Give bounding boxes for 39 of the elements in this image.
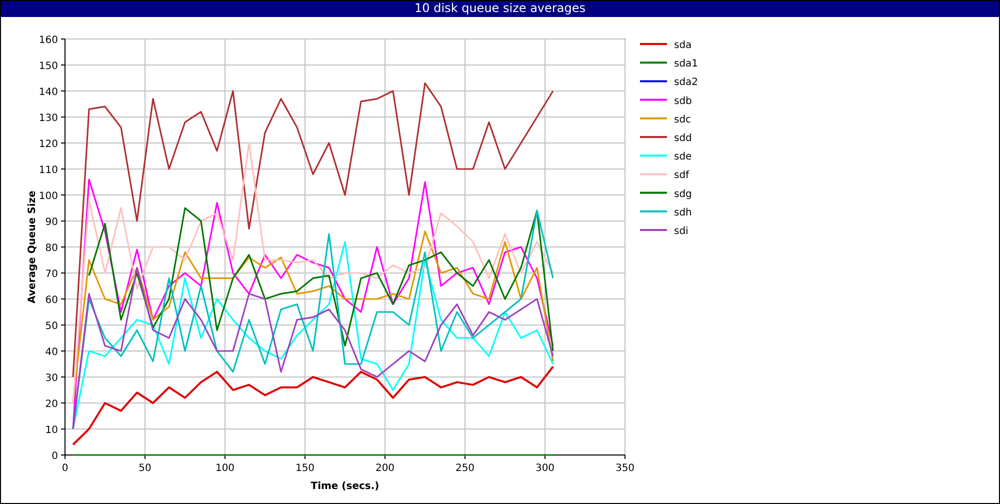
axis-tick-label: 90 xyxy=(45,217,58,228)
legend-label: sda2 xyxy=(674,77,698,88)
axis-tick-label: 120 xyxy=(38,139,58,150)
axis-tick-label: 100 xyxy=(38,191,58,202)
legend-label: sdi xyxy=(674,226,688,237)
legend-label: sde xyxy=(674,152,692,163)
axis-tick-label: 130 xyxy=(38,113,58,124)
legend-label: sdb xyxy=(674,96,692,107)
legend-label: sdf xyxy=(674,170,690,182)
window-title: 10 disk queue size averages xyxy=(414,1,586,15)
legend-label: sdd xyxy=(674,133,692,144)
axis-tick-label: 150 xyxy=(295,463,315,474)
axis-tick-label: 350 xyxy=(615,463,635,474)
legend-label: sdc xyxy=(674,114,692,126)
axis-tick-label: 0 xyxy=(62,463,68,474)
axis-tick-label: 0 xyxy=(52,451,58,462)
axis-tick-label: 70 xyxy=(45,269,58,280)
axis-tick-label: 10 xyxy=(45,425,58,436)
axis-tick-label: 50 xyxy=(45,321,58,332)
axis-tick-label: 40 xyxy=(45,347,58,358)
y-axis-title: Average Queue Size xyxy=(27,190,38,304)
axis-tick-label: 110 xyxy=(38,165,58,176)
axis-tick-label: 250 xyxy=(455,463,475,474)
axis-tick-label: 100 xyxy=(215,463,235,474)
axis-tick-label: 300 xyxy=(535,463,555,474)
axis-tick-label: 20 xyxy=(45,399,58,410)
axis-tick-label: 140 xyxy=(38,87,58,98)
axis-tick-label: 80 xyxy=(45,243,58,254)
axis-tick-label: 200 xyxy=(375,463,395,474)
axis-tick-label: 160 xyxy=(38,35,58,46)
axis-tick-label: 50 xyxy=(138,463,152,474)
legend-label: sda1 xyxy=(674,58,698,70)
legend-label: sda xyxy=(674,40,692,51)
x-axis-title: Time (secs.) xyxy=(310,481,380,492)
axis-tick-label: 150 xyxy=(38,61,58,72)
legend-label: sdg xyxy=(674,188,692,200)
axis-tick-label: 60 xyxy=(45,295,58,306)
legend-label: sdh xyxy=(674,207,692,218)
axis-tick-label: 30 xyxy=(45,373,58,384)
